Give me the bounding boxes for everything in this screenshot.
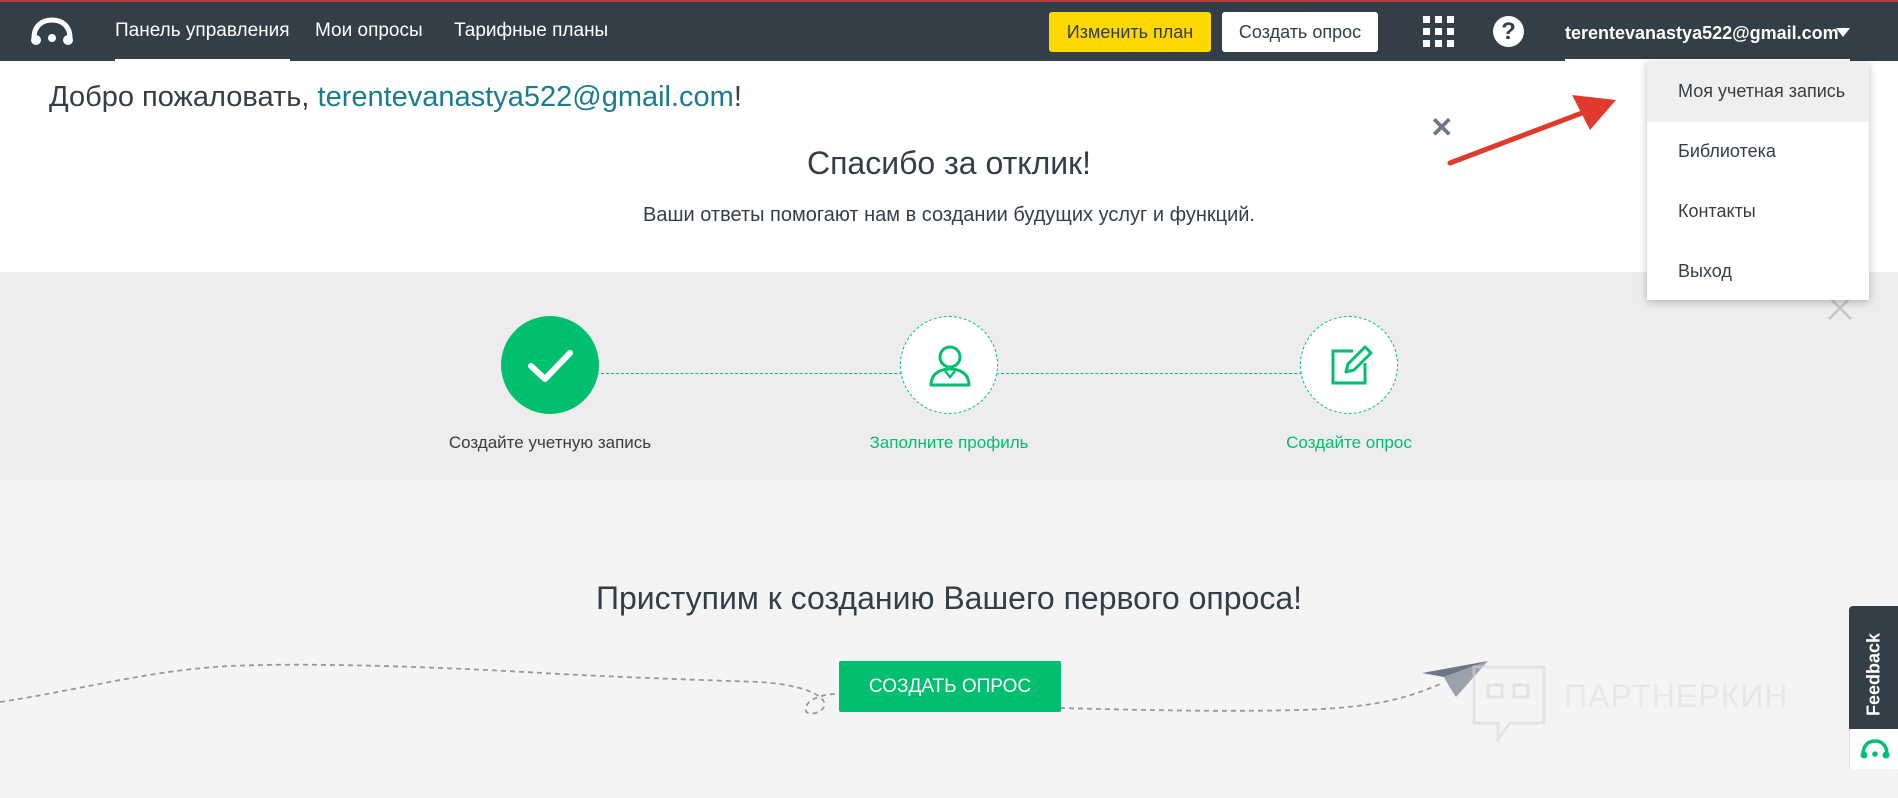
welcome-suffix: ! (733, 81, 742, 113)
step-survey-circle[interactable] (1300, 316, 1398, 414)
apps-grid-icon[interactable] (1423, 16, 1454, 47)
user-email: terentevanastya522@gmail.com (1565, 23, 1839, 43)
red-arrow-annotation-icon (1447, 95, 1616, 166)
create-survey-button[interactable]: Создать опрос (839, 661, 1061, 712)
step-connector (596, 373, 902, 374)
nav-link-plans[interactable]: Тарифные планы (454, 2, 608, 61)
edit-icon (1331, 345, 1373, 385)
surveymonkey-logo-icon[interactable] (28, 16, 76, 48)
step-label[interactable]: Создайте опрос (1219, 433, 1479, 453)
nav-link-my-surveys[interactable]: Мои опросы (315, 2, 423, 61)
feedback-tab[interactable]: Feedback (1849, 606, 1898, 769)
speech-bubble-logo-icon (1472, 665, 1546, 743)
checkmark-icon (528, 350, 573, 382)
welcome-email-link[interactable]: terentevanastya522@gmail.com (318, 81, 734, 113)
step-profile-circle[interactable] (900, 316, 998, 414)
menu-item-my-account[interactable]: Моя учетная запись (1647, 62, 1869, 122)
user-dropdown-menu: Моя учетная запись Библиотека Контакты В… (1647, 62, 1869, 300)
menu-item-logout[interactable]: Выход (1647, 242, 1869, 302)
chevron-down-icon (1836, 28, 1850, 37)
watermark-text: ПАРТНЕРКИН (1564, 678, 1789, 714)
thanks-subtitle: Ваши ответы помогают нам в создании буду… (643, 204, 1255, 226)
help-icon[interactable]: ? (1493, 16, 1524, 47)
step-label[interactable]: Заполните профиль (819, 433, 1079, 453)
watermark: ПАРТНЕРКИН (1470, 663, 1850, 743)
upgrade-plan-button[interactable]: Изменить план (1049, 12, 1211, 52)
nav-link-dashboard[interactable]: Панель управления (115, 2, 290, 63)
welcome-heading: Добро пожаловать, terentevanastya522@gma… (49, 81, 742, 114)
surveymonkey-logo-icon (1860, 739, 1890, 759)
user-profile-icon (929, 345, 971, 387)
menu-item-contacts[interactable]: Контакты (1647, 182, 1869, 242)
user-menu-toggle[interactable]: terentevanastya522@gmail.com (1565, 2, 1850, 63)
onboarding-steps: Создайте учетную запись Заполните профил… (0, 272, 1898, 480)
feedback-label: Feedback (1863, 632, 1884, 717)
step-connector (996, 373, 1302, 374)
step-label: Создайте учетную запись (448, 433, 652, 452)
feedback-logo (1849, 729, 1898, 769)
create-survey-top-button[interactable]: Создать опрос (1222, 12, 1378, 52)
welcome-prefix: Добро пожаловать, (49, 81, 318, 113)
top-nav: Панель управления Мои опросы Тарифные пл… (0, 0, 1898, 63)
menu-item-library[interactable]: Библиотека (1647, 122, 1869, 182)
create-first-survey-title: Приступим к созданию Вашего первого опро… (595, 580, 1303, 616)
step-done-circle (501, 316, 599, 414)
